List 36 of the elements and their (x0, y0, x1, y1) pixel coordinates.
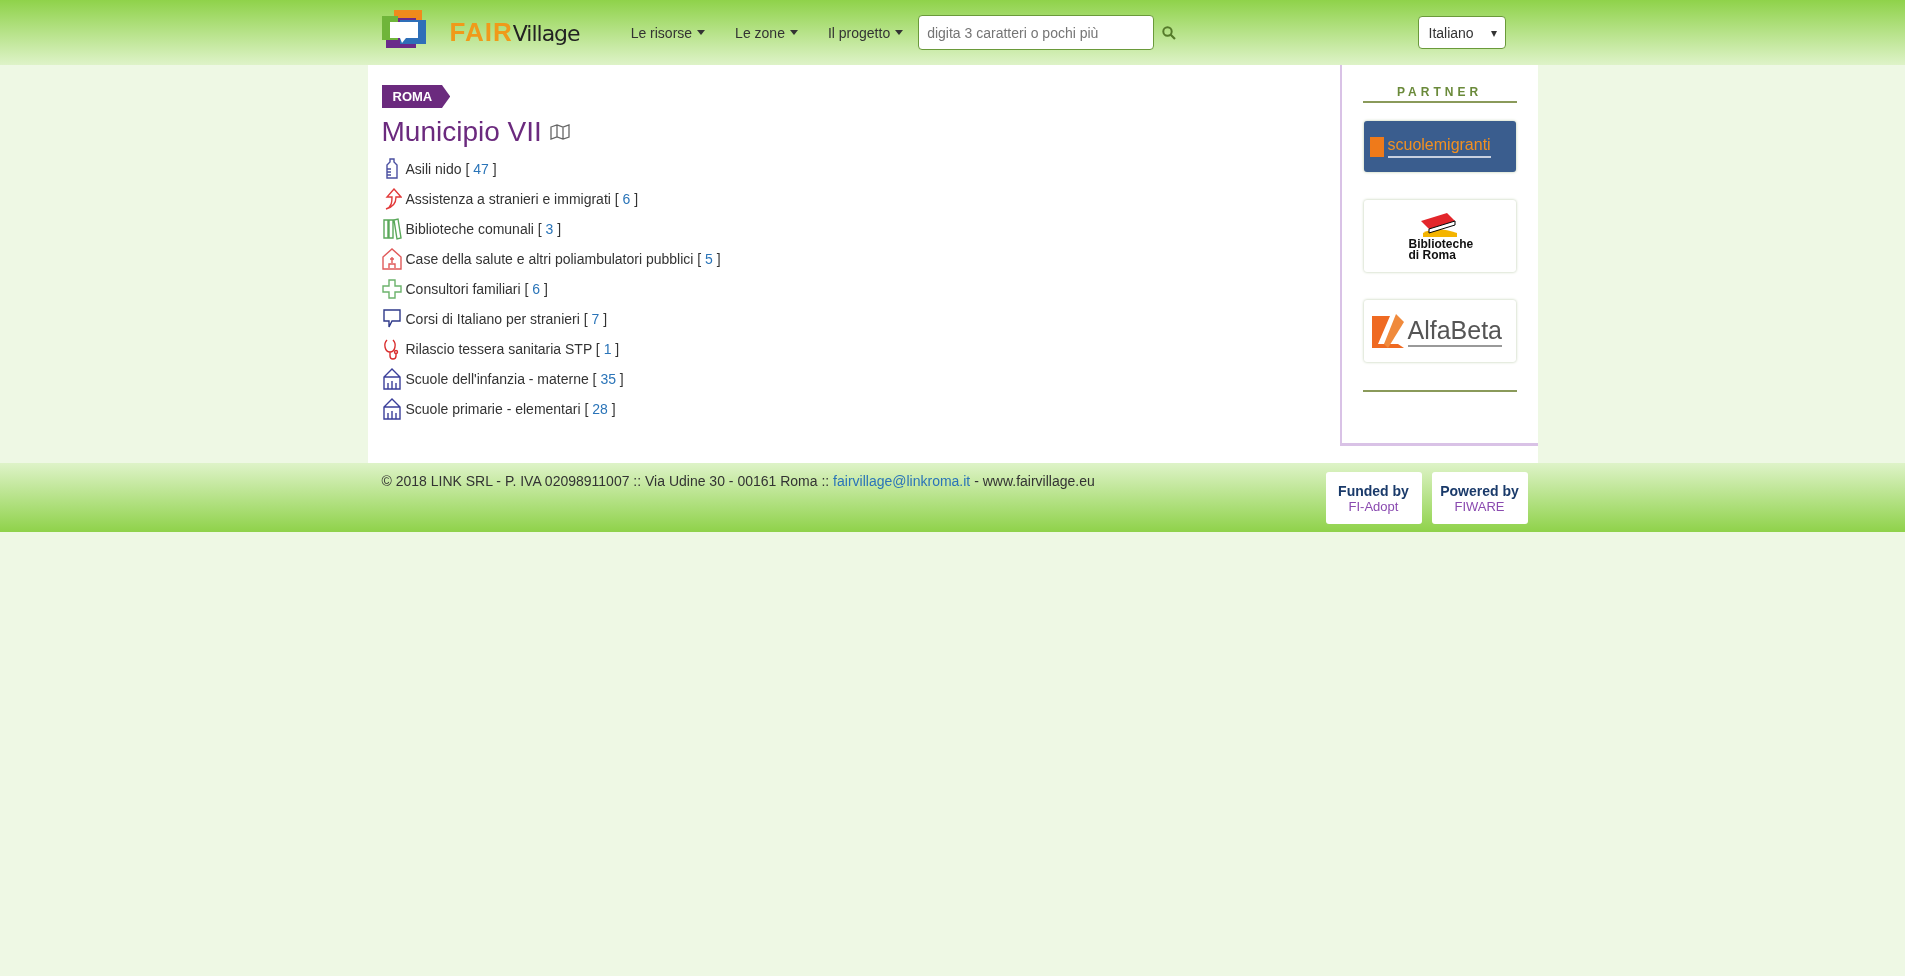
nav-dropdown[interactable]: Il progetto (812, 24, 919, 41)
nav-dropdown[interactable]: Le zone (720, 24, 813, 41)
page-title: Municipio VII (381, 116, 542, 148)
sponsor-badge[interactable]: Powered by FIWARE (1431, 472, 1528, 524)
speech-icon (381, 308, 402, 330)
resource-link[interactable]: Case della salute e altri poliambulatori pubblici [ 5 ] (405, 251, 721, 267)
resource-link[interactable]: Rilascio tessera sanitaria STP [ 1 ] (405, 341, 620, 357)
breadcrumb-tag[interactable]: ROMA (381, 85, 451, 108)
school-icon (381, 368, 402, 390)
resource-link[interactable]: Scuole dell'infanzia - materne [ 35 ] (405, 371, 624, 387)
resource-link[interactable]: Biblioteche comunali [ 3 ] (405, 221, 562, 237)
sponsor-badge[interactable]: Funded by FI-Adopt (1325, 472, 1422, 524)
partner-logo[interactable]: Biblioteche di Roma (1363, 200, 1516, 272)
house-icon (381, 248, 402, 270)
books-icon (381, 218, 402, 240)
resource-link[interactable]: Scuole primarie - elementari [ 28 ] (405, 401, 616, 417)
footer-text: © 2018 LINK SRL - P. IVA 02098911007 :: Via Udine 30 - 00161 Roma :: fairvillage@linkroma.it - www.fairvillage.eu (381, 473, 1095, 489)
resource-link[interactable]: Consultori familiari [ 6 ] (405, 281, 548, 297)
resource-link[interactable]: Assistenza a stranieri e immigrati [ 6 ] (405, 191, 639, 207)
partner-logo[interactable]: AlfaBeta (1363, 300, 1516, 362)
site-logo[interactable]: FAIRVillage (381, 9, 580, 56)
sidebar-heading: PARTNER (1362, 85, 1517, 103)
map-icon[interactable] (549, 124, 570, 140)
school-icon (381, 398, 402, 420)
caret-icon (697, 30, 706, 35)
caret-icon (789, 30, 798, 35)
caret-icon (895, 30, 904, 35)
resource-link[interactable]: Corsi di Italiano per stranieri [ 7 ] (405, 311, 608, 327)
search-field[interactable]: digita 3 caratteri o pochi più (918, 15, 1155, 50)
cross-icon (381, 278, 402, 300)
search-icon[interactable] (1162, 25, 1177, 40)
language-select[interactable]: Italiano ▾ (1417, 16, 1506, 49)
resource-link[interactable]: Asili nido [ 47 ] (405, 161, 497, 177)
logo-text: FAIRVillage (449, 17, 580, 48)
email-link[interactable]: fairvillage@linkroma.it (833, 473, 971, 489)
nav-dropdown[interactable]: Le risorse (615, 24, 721, 41)
